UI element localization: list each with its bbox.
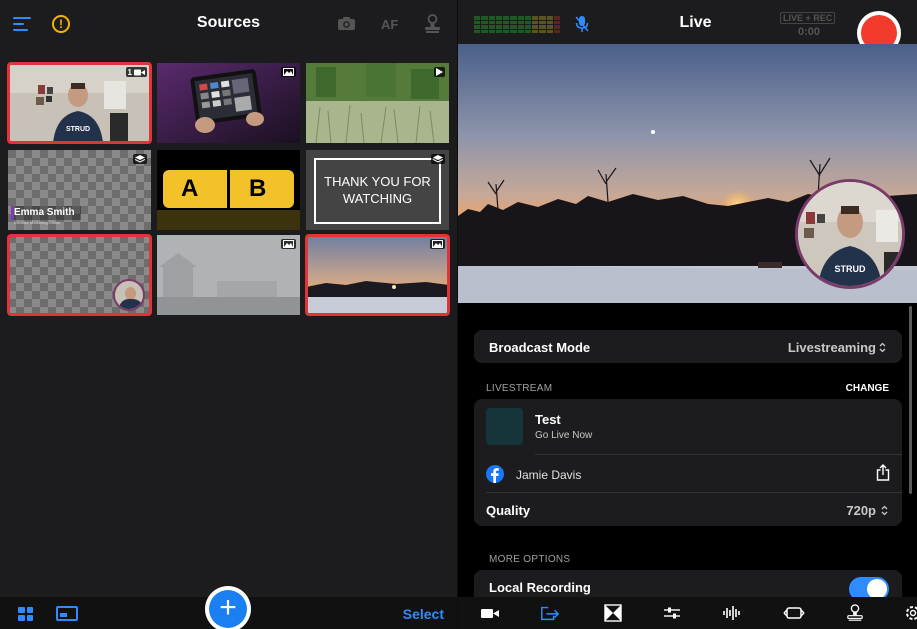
image-icon [283,240,294,248]
tile-badge [430,239,445,249]
live-header: Live LIVE + REC 0:00 [458,0,917,44]
share-icon[interactable] [876,464,890,481]
select-button[interactable]: Select [403,606,444,622]
source-tile-thank-you[interactable]: THANK YOU FOR WATCHING [306,150,449,230]
change-button[interactable]: CHANGE [846,383,889,394]
image-icon [432,240,443,248]
pip-preview [113,279,145,311]
livestream-card: Test Go Live Now Jamie Davis Quality 720… [474,399,902,526]
tile-badge [431,154,445,164]
scrollbar[interactable] [909,306,912,494]
camera-number: 1 [127,67,132,77]
share-out-icon[interactable] [540,604,560,622]
local-recording-label: Local Recording [489,580,591,595]
sliders-icon[interactable] [662,604,682,622]
broadcast-mode-value: Livestreaming [787,340,876,355]
source-tile-tablet[interactable] [157,63,300,143]
svg-text:STRUD: STRUD [835,264,866,274]
grass-thumbnail [306,63,449,143]
tile-badge: 1 [125,67,147,77]
local-recording-toggle[interactable] [849,577,889,597]
tile-badge [434,67,445,77]
camera-icon[interactable] [337,16,356,31]
play-icon [436,68,443,76]
video-camera-icon [134,69,145,75]
event-subtitle: Go Live Now [535,430,593,441]
thank-you-text: THANK YOU FOR WATCHING [324,174,431,206]
tile-badge [133,154,147,164]
svg-text:STRUD: STRUD [66,126,90,133]
live-toolbar [458,597,917,629]
quality-value[interactable]: 720p [846,503,876,518]
sources-panel: ! Sources AF STRUD 1 Emma Smith Creative… [0,0,457,629]
letter-a: A [181,175,199,202]
account-name: Jamie Davis [516,468,582,482]
transition-icon[interactable] [603,604,623,622]
tablet-thumbnail [157,63,300,143]
source-tile-camera[interactable]: STRUD 1 [7,62,152,144]
lower-third-name: Emma Smith [14,207,75,218]
tile-badge [281,239,296,249]
gear-icon[interactable] [904,604,917,622]
updown-chevron-icon [881,505,888,516]
source-tile-foggy-town[interactable] [157,235,300,315]
source-tile-pip-overlay[interactable] [7,234,152,316]
layers-icon [135,155,145,163]
source-tile-grass-video[interactable] [306,63,449,143]
plus-icon: + [209,590,247,628]
lower-third-role: Creative Marketing Officer [14,220,61,225]
live-rec-badge: LIVE + REC [780,12,836,24]
divider [486,492,902,493]
sunset-thumbnail [306,235,449,315]
quality-label: Quality [486,503,531,518]
switch-camera-icon[interactable] [782,604,806,622]
add-source-button[interactable]: + [205,586,251,629]
event-thumbnail [486,408,523,445]
waveform-icon[interactable] [722,604,742,622]
source-tile-ab[interactable]: A B [157,150,300,230]
source-tile-sunset[interactable] [305,234,450,316]
record-timer: 0:00 [798,26,821,38]
camera-pip-image: STRUD [798,182,902,286]
updown-chevron-icon [879,342,886,353]
source-tile-lower-third[interactable]: Emma Smith Creative Marketing Officer [8,150,151,230]
livestream-section-label: LIVESTREAM [486,383,553,394]
stamp-icon[interactable] [424,14,441,34]
video-camera-icon[interactable] [480,604,500,622]
broadcast-mode-row[interactable]: Broadcast Mode Livestreaming [474,330,902,363]
grid-view-icon[interactable] [18,607,33,621]
more-options-section-label: MORE OPTIONS [489,554,571,565]
pip-body [119,299,143,309]
page-title: Live [679,14,712,31]
letter-b: B [249,175,267,202]
ab-reflection [157,210,300,230]
live-panel: Live LIVE + REC 0:00 STRUD Broadcast Mod… [458,0,917,629]
event-title: Test [535,412,561,427]
stamp-icon[interactable] [845,604,865,622]
autofocus-button[interactable]: AF [381,17,398,32]
live-settings: Broadcast Mode Livestreaming LIVESTREAM … [458,303,917,597]
ab-divider [227,170,230,208]
local-recording-row: Local Recording [474,570,902,597]
image-icon [283,68,294,76]
facebook-icon [486,465,504,483]
sources-header: ! Sources AF [0,0,457,48]
layers-icon [433,155,443,163]
camera-pip[interactable]: STRUD [795,179,905,289]
layout-icon[interactable] [56,606,78,621]
foggy-thumbnail [157,235,300,315]
divider [535,454,902,455]
tile-badge [281,67,296,77]
broadcast-mode-label: Broadcast Mode [489,340,591,355]
